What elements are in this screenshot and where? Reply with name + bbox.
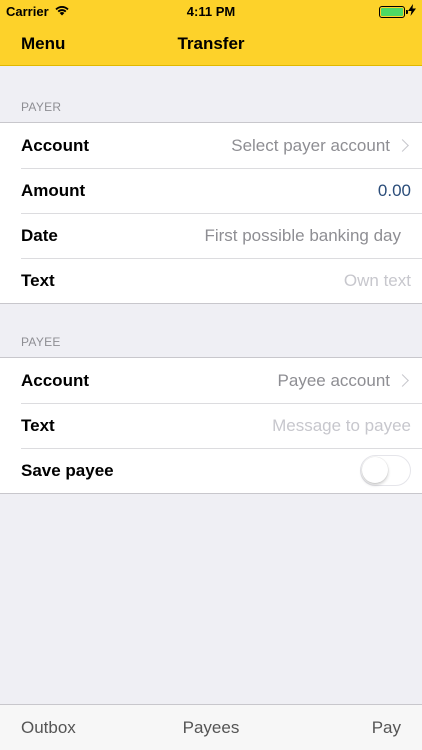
payer-amount-row[interactable]: Amount 0.00	[0, 168, 422, 213]
payer-amount-field[interactable]: 0.00	[378, 181, 411, 201]
payee-text-label: Text	[21, 415, 55, 435]
payee-text-row[interactable]: Text Message to payee	[0, 403, 422, 448]
tab-pay[interactable]: Pay	[372, 718, 401, 738]
payer-text-label: Text	[21, 270, 55, 290]
save-payee-label: Save payee	[21, 460, 114, 480]
payer-amount-label: Amount	[21, 180, 86, 200]
payee-account-value: Payee account	[278, 371, 411, 391]
payer-text-field[interactable]: Own text	[344, 271, 411, 291]
status-bar: Carrier 4:11 PM	[0, 0, 422, 22]
chevron-right-icon	[396, 139, 409, 152]
payer-date-label: Date	[21, 225, 58, 245]
payee-text-field[interactable]: Message to payee	[272, 416, 411, 436]
payee-account-text: Payee account	[277, 370, 390, 390]
battery-icon	[379, 5, 408, 18]
payee-account-label: Account	[21, 370, 89, 390]
payer-account-label: Account	[21, 135, 89, 155]
payer-account-row[interactable]: Account Select payer account	[0, 123, 422, 168]
tab-bar: Outbox Payees Pay	[0, 704, 422, 750]
payee-group: Account Payee account Text Message to pa…	[0, 357, 422, 494]
tab-payees[interactable]: Payees	[0, 718, 422, 738]
chevron-right-icon	[396, 374, 409, 387]
page-title: Transfer	[177, 34, 245, 53]
bolt-icon	[408, 4, 416, 19]
status-right	[379, 4, 416, 19]
toggle-knob[interactable]	[362, 457, 388, 483]
payer-date-value[interactable]: First possible banking day	[204, 226, 411, 246]
payer-account-value: Select payer account	[231, 136, 411, 156]
nav-bar: Menu Transfer	[0, 22, 422, 66]
payer-group: Account Select payer account Amount 0.00…	[0, 122, 422, 304]
payee-section-header: PAYEE	[21, 335, 61, 349]
save-payee-toggle[interactable]	[360, 455, 411, 486]
save-payee-row: Save payee	[0, 448, 422, 493]
payer-account-text: Select payer account	[231, 135, 390, 155]
payer-date-row[interactable]: Date First possible banking day	[0, 213, 422, 258]
payer-text-row[interactable]: Text Own text	[0, 258, 422, 303]
status-time: 4:11 PM	[186, 4, 236, 19]
payee-account-row[interactable]: Account Payee account	[0, 358, 422, 403]
battery-level	[381, 7, 403, 16]
payer-section-header: PAYER	[21, 100, 62, 114]
